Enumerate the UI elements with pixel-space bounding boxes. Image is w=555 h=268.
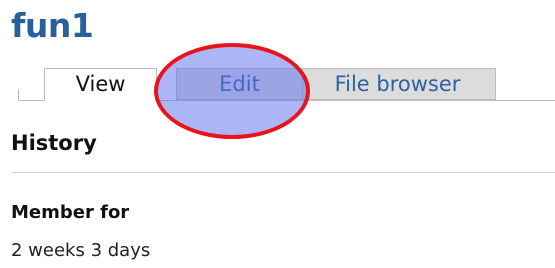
member-for-label: Member for [11, 202, 130, 223]
tab-edit-label: Edit [219, 72, 260, 96]
tab-file-browser[interactable]: File browser [299, 68, 496, 100]
history-heading: History [11, 131, 97, 155]
history-divider [11, 172, 555, 173]
tab-view-label: View [75, 72, 126, 96]
tab-file-browser-label: File browser [334, 72, 461, 96]
tab-view[interactable]: View [44, 68, 157, 101]
member-for-value: 2 weeks 3 days [11, 240, 151, 261]
page-title: fun1 [11, 6, 94, 45]
tab-edit[interactable]: Edit [176, 68, 303, 100]
